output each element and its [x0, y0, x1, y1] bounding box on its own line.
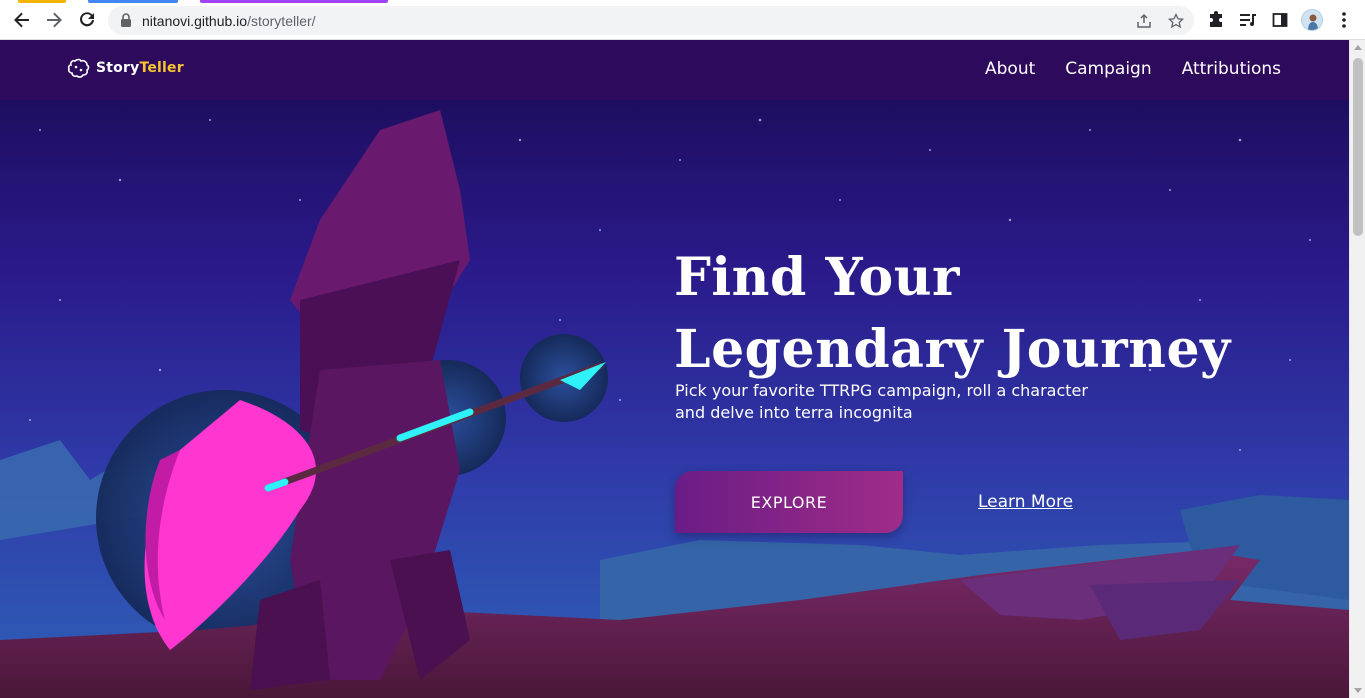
side-panel-icon [1272, 13, 1288, 27]
star-icon [1168, 13, 1184, 29]
kebab-menu-icon [1342, 12, 1346, 28]
tab-indicator [88, 0, 178, 3]
hero-subtitle-line-1: Pick your favorite TTRPG campaign, roll … [675, 381, 1088, 400]
side-panel-button[interactable] [1270, 10, 1290, 30]
site-logo[interactable]: StoryTeller [66, 55, 184, 81]
profile-avatar[interactable] [1301, 9, 1323, 31]
tab-indicator [18, 0, 66, 3]
hero-title-line-1: Find Your [674, 247, 960, 308]
url-host: nitanovi.github.io [142, 13, 248, 29]
page-viewport: StoryTeller About Campaign Attributions … [0, 40, 1349, 698]
dice-brain-logo-icon [67, 58, 90, 78]
scroll-down-arrow-icon[interactable] [1354, 688, 1362, 693]
url-text: nitanovi.github.io/storyteller/ [142, 13, 316, 29]
browser-toolbar: nitanovi.github.io/storyteller/ [0, 0, 1365, 40]
arrow-right-icon [47, 12, 62, 28]
nav-link-about[interactable]: About [985, 59, 1035, 79]
scroll-up-arrow-icon[interactable] [1354, 45, 1362, 50]
hero-title: Find Your Legendary Journey [674, 242, 1231, 386]
explore-button[interactable]: EXPLORE [675, 471, 903, 533]
bookmark-button[interactable] [1167, 12, 1185, 30]
lock-icon [121, 13, 131, 27]
back-button[interactable] [10, 8, 34, 32]
learn-more-link[interactable]: Learn More [978, 492, 1073, 512]
hero-title-line-2: Legendary Journey [674, 319, 1231, 380]
share-icon [1137, 13, 1151, 28]
page-scrollbar[interactable] [1349, 40, 1365, 698]
arrow-left-icon [14, 12, 29, 28]
tab-indicator [200, 0, 388, 3]
avatar-icon [1308, 14, 1318, 30]
puzzle-icon [1210, 11, 1222, 27]
media-queue-icon [1240, 14, 1256, 26]
primary-nav: About Campaign Attributions [985, 59, 1281, 79]
reload-icon [80, 12, 94, 27]
logo-accent: Teller [139, 60, 184, 76]
reload-button[interactable] [75, 8, 99, 32]
hero-subtitle-line-2: and delve into terra incognita [675, 403, 913, 422]
share-button[interactable] [1135, 12, 1153, 30]
browser-menu-button[interactable] [1334, 10, 1354, 30]
nav-link-attributions[interactable]: Attributions [1182, 59, 1281, 79]
hero-subtitle: Pick your favorite TTRPG campaign, roll … [675, 380, 1105, 424]
forward-button[interactable] [42, 8, 66, 32]
site-navbar: StoryTeller About Campaign Attributions [0, 40, 1349, 100]
nav-link-campaign[interactable]: Campaign [1065, 59, 1151, 79]
address-bar[interactable]: nitanovi.github.io/storyteller/ [108, 6, 1194, 35]
extensions-button[interactable] [1206, 10, 1226, 30]
media-button[interactable] [1238, 10, 1258, 30]
url-path: /storyteller/ [247, 13, 316, 29]
logo-text: StoryTeller [96, 60, 184, 76]
scrollbar-thumb[interactable] [1353, 58, 1363, 236]
logo-prefix: Story [96, 60, 140, 76]
